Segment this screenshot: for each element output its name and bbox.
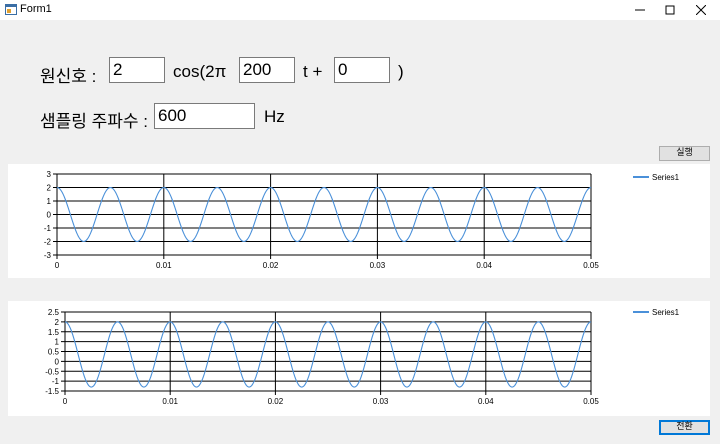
signal-label: 원신호 : [40,67,97,86]
y-tick-label: -1 [44,224,52,233]
x-tick-label: 0.05 [583,397,599,406]
maximize-button[interactable] [655,0,685,20]
title-bar: Form1 [0,0,720,20]
x-tick-label: 0.05 [583,261,599,270]
x-tick-label: 0.04 [476,261,492,270]
y-tick-label: 1.5 [48,328,60,337]
x-tick-label: 0.03 [373,397,389,406]
hz-label: Hz [264,107,285,126]
window-title: Form1 [20,3,52,15]
x-tick-label: 0 [63,397,68,406]
sampling-label: 샘플링 주파수 : [40,112,149,131]
y-tick-label: -0.5 [45,367,59,376]
frequency-input[interactable]: 200 [239,57,295,83]
y-tick-label: 3 [47,170,52,179]
amplitude-input[interactable]: 2 [109,57,165,83]
y-tick-label: -1 [52,377,60,386]
y-tick-label: 2 [47,184,52,193]
y-tick-label: -3 [44,251,52,260]
maximize-icon [665,5,675,15]
original-signal-chart: 3 2 1 0 -1 -2 -3 0 0.01 0.02 0.03 0.04 0.05 Series1 [8,164,710,278]
y-tick-label: 1 [55,338,60,347]
y-tick-label: -1.5 [45,387,59,396]
legend-label: Series1 [652,173,680,182]
y-tick-label: 0.5 [48,348,60,357]
x-tick-label: 0.04 [478,397,494,406]
x-tick-label: 0.02 [263,261,279,270]
x-tick-label: 0.03 [370,261,386,270]
y-tick-label: 1 [47,197,52,206]
close-button[interactable] [686,0,716,20]
run-button[interactable]: 실행 [659,146,710,161]
cos-label: cos(2π [173,62,227,81]
t-label: t + [303,62,323,81]
sampled-signal-chart: 2.5 2 1.5 1 0.5 0 -0.5 -1 -1.5 0 0.01 0.02 0.03 0.04 0… [8,301,710,416]
chart-2-svg: 2.521.510.50-0.5-1-1.50 0.01 0.02 0.03 0.04 0… [45,308,680,406]
y-tick-label: 2.5 [48,308,60,317]
minimize-button[interactable] [625,0,655,20]
y-tick-label: 0 [55,357,60,366]
convert-button[interactable]: 전환 [659,420,710,435]
x-tick-label: 0.01 [156,261,172,270]
legend-label: Series1 [652,308,680,317]
close-icon [696,5,706,15]
x-tick-label: 0.01 [162,397,178,406]
phase-input[interactable]: 0 [334,57,390,83]
y-tick-label: 0 [47,211,52,220]
x-tick-label: 0.02 [268,397,284,406]
sampling-frequency-input[interactable]: 600 [154,103,255,129]
x-tick-label: 0 [55,261,60,270]
y-tick-label: 2 [55,318,60,327]
close-paren-label: ) [398,62,404,81]
chart-1-svg: 3210-1-2-30 0.01 0.02 0.03 0.04 0.05Series1 [44,170,680,270]
minimize-icon [635,9,645,11]
app-icon [5,4,17,15]
y-tick-label: -2 [44,238,52,247]
